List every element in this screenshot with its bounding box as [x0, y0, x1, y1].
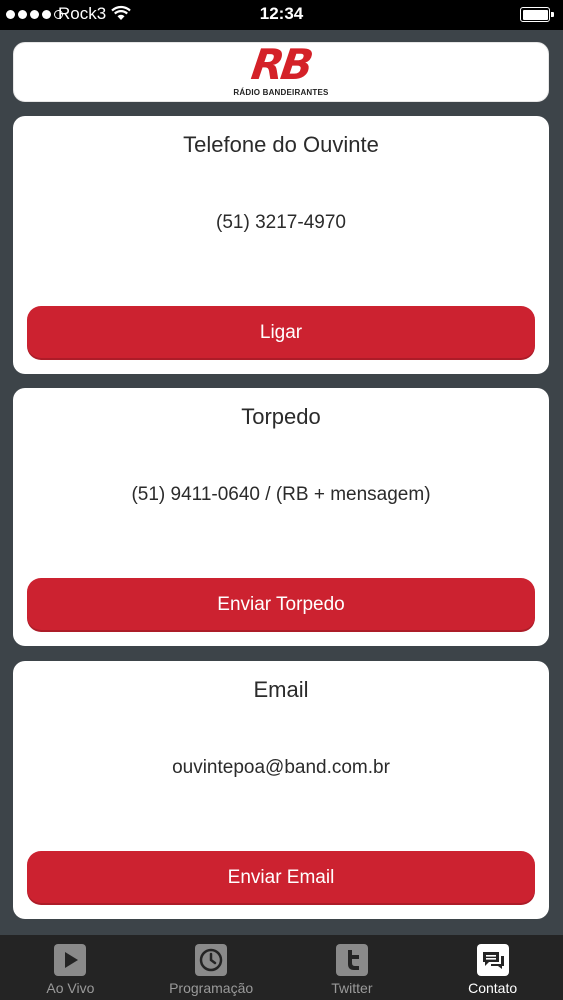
- card-listener-phone: Telefone do Ouvinte (51) 3217-4970 Ligar: [13, 116, 549, 374]
- play-icon: [54, 944, 87, 976]
- send-email-button[interactable]: Enviar Email: [27, 851, 535, 905]
- header-logo-card: RB RÁDIO BANDEIRANTES: [13, 40, 549, 102]
- status-time: 12:34: [259, 4, 304, 23]
- chat-icon: [476, 944, 509, 976]
- tab-programacao[interactable]: Programação: [141, 935, 282, 1000]
- tab-ao-vivo[interactable]: Ao Vivo: [0, 935, 141, 1000]
- contact-screen: RB RÁDIO BANDEIRANTES Telefone do Ouvint…: [0, 30, 563, 935]
- tab-twitter[interactable]: Twitter: [282, 935, 423, 1000]
- tab-bar: Ao Vivo Programação Twitter Contato: [0, 935, 563, 1000]
- rb-logo: RB: [248, 40, 314, 89]
- tab-label: Twitter: [331, 980, 373, 996]
- call-button[interactable]: Ligar: [27, 306, 535, 360]
- card-sms: Torpedo (51) 9411-0640 / (RB + mensagem)…: [13, 388, 549, 646]
- logo-subtitle: RÁDIO BANDEIRANTES: [233, 88, 329, 97]
- twitter-icon: [335, 944, 368, 976]
- card-title: Torpedo: [241, 404, 321, 429]
- email-address: ouvintepoa@band.com.br: [172, 757, 390, 778]
- card-email: Email ouvintepoa@band.com.br Enviar Emai…: [13, 661, 549, 919]
- send-sms-button[interactable]: Enviar Torpedo: [27, 578, 535, 632]
- clock-icon: [195, 944, 228, 976]
- status-bar: Rock3 12:34: [0, 0, 563, 30]
- tab-contato[interactable]: Contato: [422, 935, 563, 1000]
- card-title: Telefone do Ouvinte: [183, 132, 379, 157]
- tab-label: Ao Vivo: [46, 980, 95, 996]
- sms-number: (51) 9411-0640 / (RB + mensagem): [131, 484, 431, 505]
- card-title: Email: [253, 677, 309, 702]
- tab-label: Programação: [169, 980, 254, 996]
- battery-icon: [520, 7, 554, 22]
- phone-number: (51) 3217-4970: [216, 212, 346, 233]
- tab-label: Contato: [468, 980, 518, 996]
